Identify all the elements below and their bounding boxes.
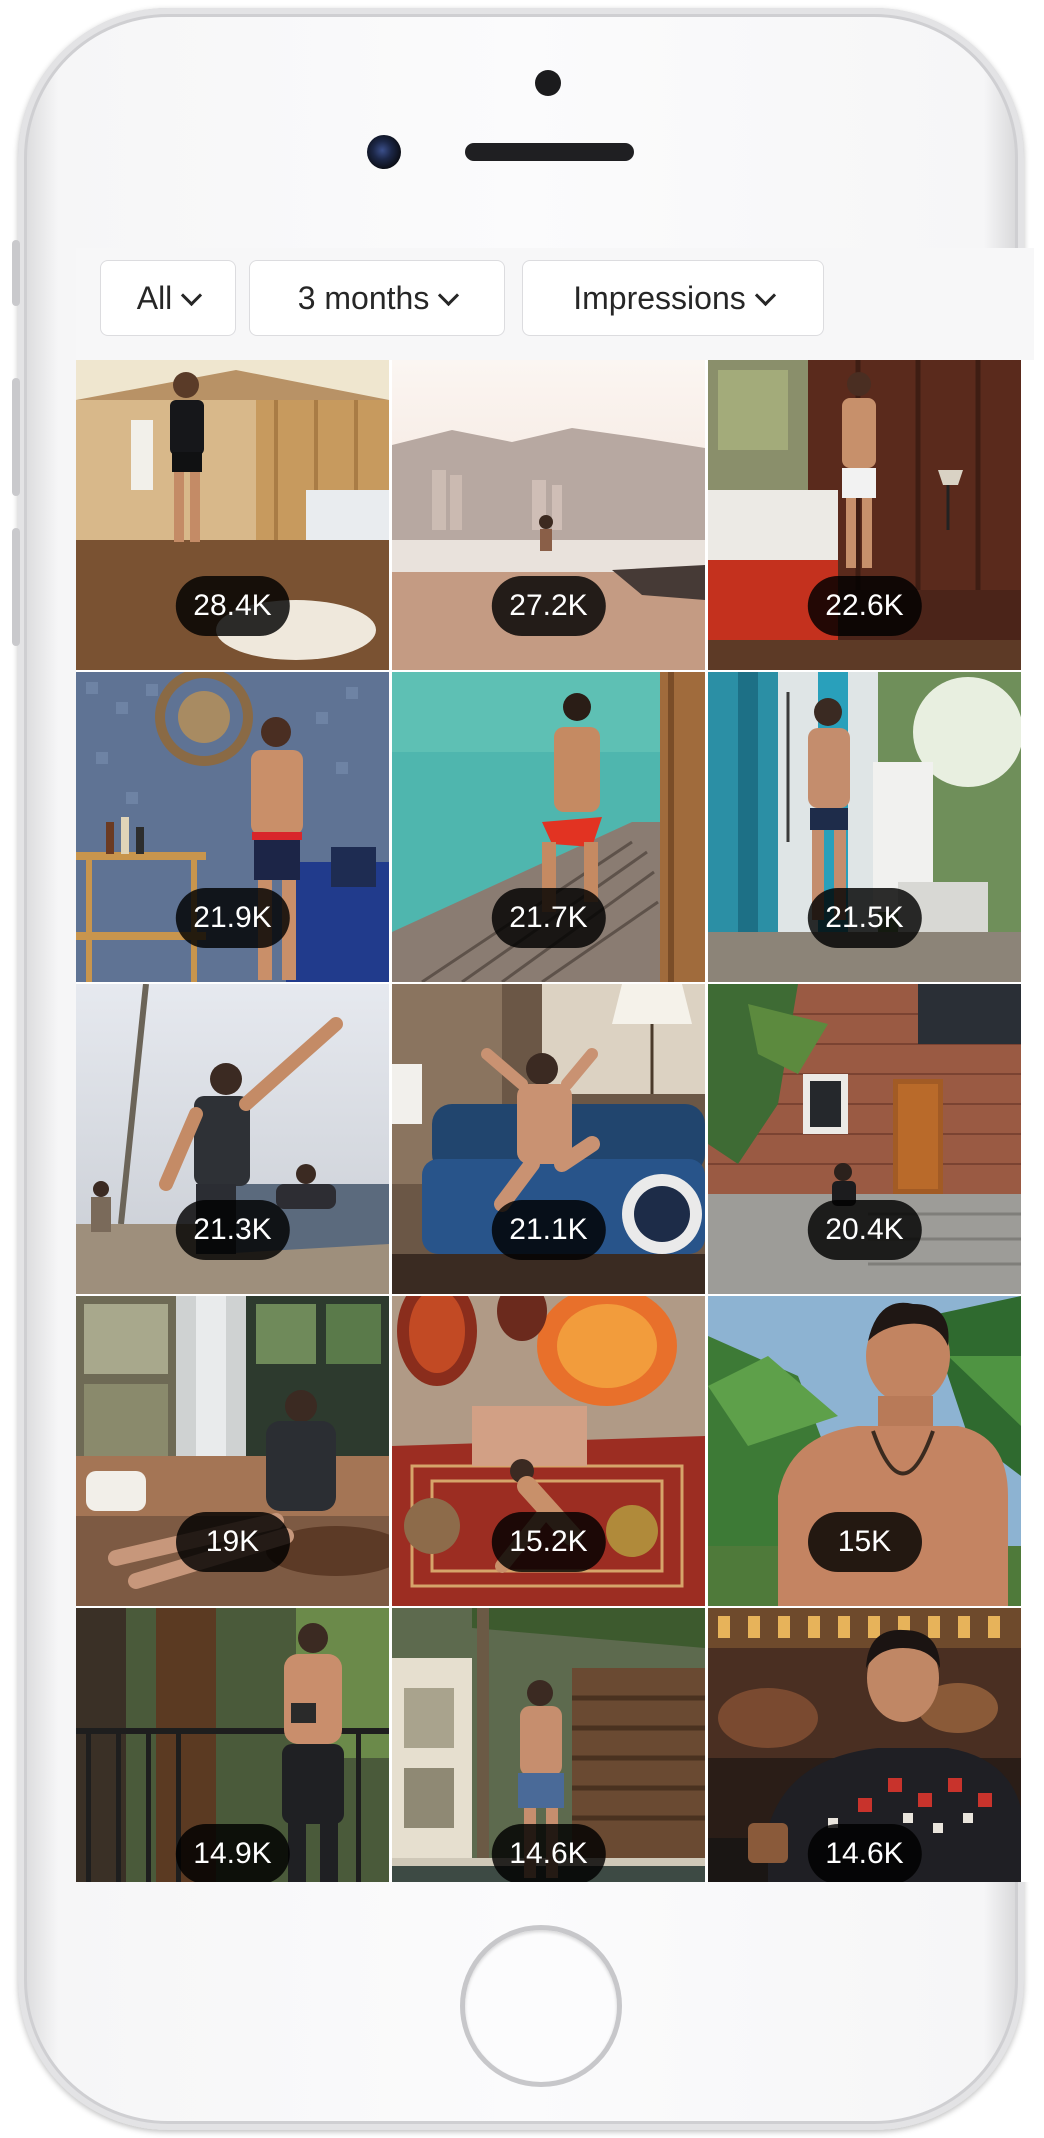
phone-frame: All 3 months Impressions 28.4K 27.2K 22.… (12, 8, 1034, 2130)
post-thumbnail[interactable]: 15.2K (392, 1296, 705, 1606)
impressions-badge: 21.9K (175, 888, 290, 948)
volume-down-button (12, 528, 20, 646)
post-thumbnail[interactable]: 20.4K (708, 984, 1021, 1294)
impressions-badge: 27.2K (491, 576, 606, 636)
post-thumbnail[interactable]: 14.9K (76, 1608, 389, 1882)
proximity-sensor (535, 70, 561, 96)
impressions-badge: 28.4K (175, 576, 290, 636)
post-thumbnail[interactable]: 19K (76, 1296, 389, 1606)
impressions-badge: 15K (807, 1512, 922, 1572)
chevron-down-icon (438, 284, 460, 306)
chevron-down-icon (181, 284, 203, 306)
mute-switch (12, 240, 20, 306)
volume-up-button (12, 378, 20, 496)
impressions-badge: 22.6K (807, 576, 922, 636)
impressions-badge: 14.9K (175, 1824, 290, 1882)
post-thumbnail[interactable]: 22.6K (708, 360, 1021, 670)
post-thumbnail[interactable]: 21.9K (76, 672, 389, 982)
metric-filter[interactable]: Impressions (522, 260, 824, 336)
impressions-badge: 20.4K (807, 1200, 922, 1260)
impressions-badge: 14.6K (491, 1824, 606, 1882)
impressions-badge: 14.6K (807, 1824, 922, 1882)
post-thumbnail[interactable]: 27.2K (392, 360, 705, 670)
metric-filter-label: Impressions (573, 279, 746, 316)
earpiece-speaker (465, 143, 634, 161)
impressions-badge: 19K (175, 1512, 290, 1572)
time-range-filter-label: 3 months (297, 279, 430, 316)
front-camera-icon (367, 135, 401, 169)
filter-bar: All 3 months Impressions (76, 248, 1034, 360)
post-thumbnail[interactable]: 14.6K (392, 1608, 705, 1882)
impressions-badge: 21.1K (491, 1200, 606, 1260)
chevron-down-icon (754, 284, 776, 306)
post-thumbnail[interactable]: 21.1K (392, 984, 705, 1294)
post-thumbnail[interactable]: 21.5K (708, 672, 1021, 982)
post-thumbnail[interactable]: 28.4K (76, 360, 389, 670)
post-thumbnail[interactable]: 21.7K (392, 672, 705, 982)
content-type-filter[interactable]: All (100, 260, 236, 336)
impressions-badge: 21.7K (491, 888, 606, 948)
post-thumbnail[interactable]: 21.3K (76, 984, 389, 1294)
impressions-badge: 21.3K (175, 1200, 290, 1260)
post-thumbnail[interactable]: 14.6K (708, 1608, 1021, 1882)
post-grid: 28.4K 27.2K 22.6K 21.9K 21.7K 21.5K 21.3… (76, 360, 1034, 1882)
impressions-badge: 21.5K (807, 888, 922, 948)
impressions-badge: 15.2K (491, 1512, 606, 1572)
post-thumbnail[interactable]: 15K (708, 1296, 1021, 1606)
screen: All 3 months Impressions 28.4K 27.2K 22.… (76, 248, 1034, 1882)
content-type-filter-label: All (136, 279, 173, 316)
home-button[interactable] (460, 1925, 622, 2087)
time-range-filter[interactable]: 3 months (249, 260, 505, 336)
